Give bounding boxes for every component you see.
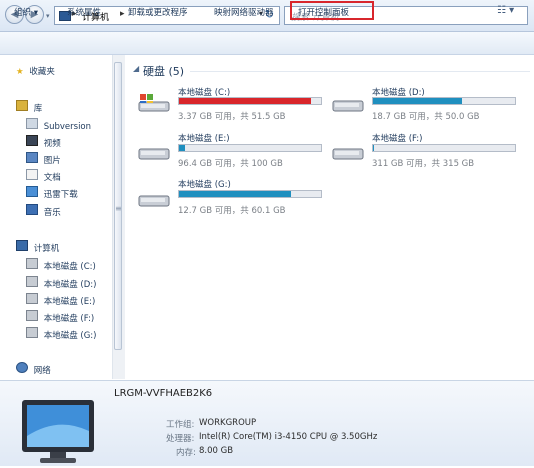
group-divider xyxy=(190,71,530,72)
computer-monitor-icon xyxy=(18,396,98,468)
drive-free-space: 18.7 GB 可用，共 50.0 GB xyxy=(372,112,480,122)
sidebar-item-label: 音乐 xyxy=(43,208,61,218)
sidebar-item-label: 本地磁盘 (C:) xyxy=(43,262,96,272)
organize-button[interactable]: 组织 ▾ xyxy=(14,6,38,18)
system-properties-button[interactable]: 系统属性 xyxy=(67,6,101,18)
memory-value: 8.00 GB xyxy=(199,446,234,456)
drive-name[interactable]: 本地磁盘 (G:) xyxy=(178,178,231,190)
sidebar-item-network[interactable]: 网络 xyxy=(16,362,51,376)
processor-value: Intel(R) Core(TM) i3-4150 CPU @ 3.50GHz xyxy=(199,432,378,442)
sidebar-item-drive-c[interactable]: 本地磁盘 (C:) xyxy=(26,258,96,272)
sidebar-item-pictures[interactable]: 图片 xyxy=(26,152,61,166)
drive-usage-bar xyxy=(372,144,516,152)
computer-icon xyxy=(16,240,28,251)
sidebar-item-label: 收藏夹 xyxy=(29,67,55,77)
group-title: 硬盘 (5) xyxy=(143,65,185,78)
sidebar-item-favorites[interactable]: ★ 收藏夹 xyxy=(16,65,55,77)
drive-icon xyxy=(26,293,38,304)
drive-icon xyxy=(138,148,170,160)
drive-usage-fill xyxy=(373,145,375,151)
sidebar-item-label: 图片 xyxy=(43,156,61,166)
drive-tile-d[interactable] xyxy=(331,93,365,118)
drive-icon xyxy=(26,276,38,287)
drive-icon xyxy=(26,258,38,269)
sidebar-item-label: 本地磁盘 (E:) xyxy=(43,297,96,307)
map-network-drive-button[interactable]: 映射网络驱动器 xyxy=(214,6,274,18)
drive-icon xyxy=(26,310,38,321)
uninstall-program-button[interactable]: 卸载或更改程序 xyxy=(128,6,188,18)
star-icon: ★ xyxy=(16,67,24,77)
sidebar-item-documents[interactable]: 文档 xyxy=(26,169,61,183)
sidebar-item-label: Subversion xyxy=(43,122,92,132)
drive-icon xyxy=(332,148,364,160)
memory-label: 内存: xyxy=(176,448,196,458)
drive-usage-bar xyxy=(178,97,322,105)
music-icon xyxy=(26,204,38,215)
scroll-grip-icon: ≡ xyxy=(115,204,122,213)
document-icon xyxy=(26,169,38,180)
drive-icon xyxy=(26,327,38,338)
drive-free-space: 96.4 GB 可用，共 100 GB xyxy=(178,159,283,169)
sidebar-item-videos[interactable]: 视频 xyxy=(26,135,61,149)
highlight-box xyxy=(290,1,374,20)
sidebar-item-label: 本地磁盘 (F:) xyxy=(43,314,95,324)
sidebar-item-label: 本地磁盘 (D:) xyxy=(43,280,97,290)
drive-tile-c[interactable] xyxy=(137,93,171,118)
drive-free-space: 3.37 GB 可用，共 51.5 GB xyxy=(178,112,286,122)
sidebar-item-subversion[interactable]: Subversion xyxy=(26,118,91,132)
sidebar-item-label: 本地磁盘 (G:) xyxy=(43,331,97,341)
recent-pages-icon[interactable]: ▾ xyxy=(46,12,54,20)
drive-usage-bar xyxy=(178,144,322,152)
sidebar-item-drive-d[interactable]: 本地磁盘 (D:) xyxy=(26,276,96,290)
group-header[interactable]: 硬盘 (5) xyxy=(143,63,184,79)
drive-usage-fill xyxy=(373,98,463,104)
sidebar-item-label: 库 xyxy=(33,104,43,114)
picture-icon xyxy=(26,152,38,163)
sidebar-item-label: 视频 xyxy=(43,139,61,149)
sidebar-item-libraries[interactable]: 库 xyxy=(16,100,42,114)
breadcrumb-separator-icon[interactable]: ▸ xyxy=(120,9,125,19)
drive-icon xyxy=(332,100,364,112)
sidebar-item-label: 计算机 xyxy=(33,244,60,254)
subversion-icon xyxy=(26,118,38,129)
sidebar-item-computer[interactable]: 计算机 xyxy=(16,240,59,254)
library-icon xyxy=(16,100,28,111)
computer-name: LRGM-VVFHAEB2K6 xyxy=(114,388,213,399)
collapse-group-icon[interactable]: ◢ xyxy=(133,64,139,73)
sidebar-item-label: 网络 xyxy=(33,366,51,376)
drive-tile-e[interactable] xyxy=(137,141,171,166)
drive-usage-fill xyxy=(179,191,292,197)
sidebar-item-drive-g[interactable]: 本地磁盘 (G:) xyxy=(26,327,97,341)
sidebar-item-music[interactable]: 音乐 xyxy=(26,204,61,218)
drive-name[interactable]: 本地磁盘 (F:) xyxy=(372,132,422,144)
drive-tile-f[interactable] xyxy=(331,141,365,166)
workgroup-value: WORKGROUP xyxy=(199,418,257,428)
drive-free-space: 12.7 GB 可用，共 60.1 GB xyxy=(178,206,286,216)
drive-tile-g[interactable] xyxy=(137,188,171,213)
drive-free-space: 311 GB 可用，共 315 GB xyxy=(372,159,475,169)
processor-label: 处理器: xyxy=(166,434,195,444)
sidebar-item-xunlei-downloads[interactable]: 迅雷下载 xyxy=(26,186,78,200)
sidebar-item-drive-f[interactable]: 本地磁盘 (F:) xyxy=(26,310,94,324)
workgroup-label: 工作组: xyxy=(166,420,195,430)
sidebar-item-label: 文档 xyxy=(43,173,61,183)
command-bar xyxy=(0,32,534,55)
view-options-icon[interactable]: ☷ ▾ xyxy=(497,5,514,16)
system-drive-icon xyxy=(138,94,170,112)
drive-usage-fill xyxy=(179,98,312,104)
drive-name[interactable]: 本地磁盘 (E:) xyxy=(178,132,230,144)
drive-usage-fill xyxy=(179,145,185,151)
video-icon xyxy=(26,135,38,146)
network-icon xyxy=(16,362,28,373)
sidebar-item-label: 迅雷下载 xyxy=(43,190,78,200)
drive-icon xyxy=(138,195,170,207)
drive-usage-bar xyxy=(178,190,322,198)
drive-usage-bar xyxy=(372,97,516,105)
download-icon xyxy=(26,186,38,197)
sidebar-item-drive-e[interactable]: 本地磁盘 (E:) xyxy=(26,293,95,307)
